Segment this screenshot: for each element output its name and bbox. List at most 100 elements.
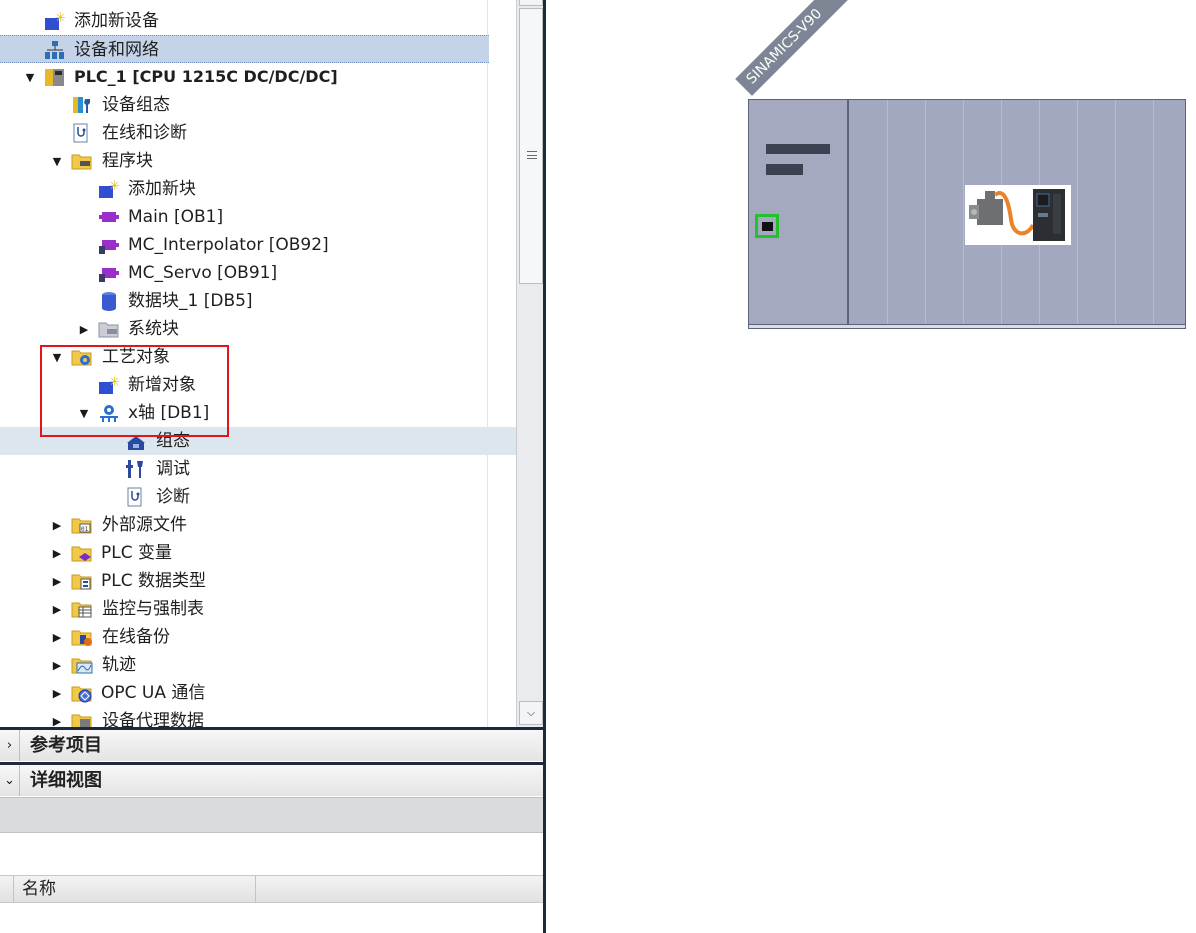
tree-item-label: 程序块 bbox=[102, 151, 153, 171]
svg-text:✳: ✳ bbox=[55, 11, 66, 26]
slot-divider bbox=[1077, 100, 1078, 325]
servo-drive-motor-image bbox=[965, 185, 1071, 245]
collapse-arrow-icon[interactable]: ⌄ bbox=[0, 765, 20, 796]
project-tree: ✳ 添加新设备 设备和网络 ▼ PLC_1 [CPU 1215C DC/DC/D… bbox=[0, 0, 516, 727]
slot-divider bbox=[1115, 100, 1116, 325]
ob-block-icon bbox=[98, 263, 120, 283]
expand-arrow-icon[interactable]: ▶ bbox=[49, 679, 65, 707]
online-diagnostics-icon bbox=[71, 123, 93, 143]
tree-item-opc-ua[interactable]: ▶ OPC UA 通信 bbox=[0, 679, 516, 707]
tree-item-label: 轨迹 bbox=[102, 655, 136, 675]
expand-arrow-icon[interactable]: ▶ bbox=[49, 623, 65, 651]
tree-item-label: 设备组态 bbox=[102, 95, 170, 115]
slot-divider bbox=[887, 100, 888, 325]
tree-item-label: 设备和网络 bbox=[74, 40, 159, 60]
expand-arrow-icon[interactable]: ▶ bbox=[49, 595, 65, 623]
tree-item-configuration[interactable]: 组态 bbox=[0, 427, 516, 455]
axis-object-icon bbox=[98, 403, 120, 423]
tree-item-system-blocks[interactable]: ▶ 系统块 bbox=[0, 315, 516, 343]
expand-arrow-icon[interactable]: ▶ bbox=[49, 539, 65, 567]
tree-item-label: 添加新块 bbox=[128, 179, 196, 199]
ethernet-port-icon bbox=[761, 221, 773, 231]
tree-item-watch-force-tables[interactable]: ▶ 监控与强制表 bbox=[0, 595, 516, 623]
tree-item-label: 数据块_1 [DB5] bbox=[128, 291, 253, 311]
tree-item-x-axis[interactable]: ▼ x轴 [DB1] bbox=[0, 399, 516, 427]
tree-item-label: 新增对象 bbox=[128, 375, 196, 395]
commissioning-icon bbox=[125, 459, 147, 479]
tree-item-devices-networks[interactable]: 设备和网络 bbox=[0, 35, 489, 63]
tree-item-label: Main [OB1] bbox=[128, 207, 224, 227]
data-block-icon bbox=[98, 291, 120, 311]
reference-projects-section[interactable]: › 参考项目 bbox=[0, 727, 544, 761]
scroll-down-button[interactable]: ⌵ bbox=[519, 701, 543, 725]
expand-arrow-icon[interactable]: ▶ bbox=[49, 567, 65, 595]
folder-online-backups-icon bbox=[71, 627, 93, 647]
collapse-arrow-icon[interactable]: ▼ bbox=[76, 399, 92, 427]
tree-item-technology-objects[interactable]: ▼ 工艺对象 bbox=[0, 343, 516, 371]
collapse-arrow-icon[interactable]: ▼ bbox=[49, 343, 65, 371]
devices-networks-icon bbox=[44, 40, 66, 60]
tree-item-label: 设备代理数据 bbox=[102, 711, 204, 727]
details-view-section[interactable]: ⌄ 详细视图 bbox=[0, 762, 544, 796]
profinet-port[interactable] bbox=[755, 214, 779, 238]
tree-item-traces[interactable]: ▶ 轨迹 bbox=[0, 651, 516, 679]
sinamics-v90-device[interactable] bbox=[748, 99, 1186, 329]
column-header-name[interactable]: 名称 bbox=[14, 876, 256, 903]
expand-arrow-icon[interactable]: › bbox=[0, 730, 20, 761]
svg-text:✳: ✳ bbox=[109, 179, 120, 194]
tree-item-device-proxy-data[interactable]: ▶ 设备代理数据 bbox=[0, 707, 516, 727]
tree-item-label: OPC UA 通信 bbox=[101, 683, 206, 703]
tree-item-plc-data-types[interactable]: ▶ PLC 数据类型 bbox=[0, 567, 516, 595]
tree-item-add-object[interactable]: ✳ 新增对象 bbox=[0, 371, 516, 399]
plc-icon bbox=[44, 67, 66, 87]
column-header-icon[interactable] bbox=[0, 876, 14, 903]
tree-item-add-device[interactable]: ✳ 添加新设备 bbox=[0, 7, 516, 35]
tree-item-data-block-1[interactable]: 数据块_1 [DB5] bbox=[0, 287, 516, 315]
expand-arrow-icon[interactable]: ▶ bbox=[49, 651, 65, 679]
ob-block-icon bbox=[98, 235, 120, 255]
tree-item-label: 诊断 bbox=[156, 487, 190, 507]
scroll-up-button[interactable] bbox=[519, 0, 543, 6]
tree-item-external-sources[interactable]: ▶ 01 外部源文件 bbox=[0, 511, 516, 539]
add-device-icon: ✳ bbox=[44, 11, 66, 31]
details-table-header: 名称 bbox=[0, 875, 544, 903]
diagnostics-icon bbox=[125, 487, 147, 507]
tree-item-program-blocks[interactable]: ▼ 程序块 bbox=[0, 147, 516, 175]
status-bar bbox=[766, 144, 830, 154]
tree-item-label: MC_Interpolator [OB92] bbox=[128, 235, 329, 255]
configuration-icon bbox=[125, 431, 147, 451]
tree-item-online-diagnostics[interactable]: 在线和诊断 bbox=[0, 119, 516, 147]
expand-arrow-icon[interactable]: ▶ bbox=[49, 707, 65, 728]
collapse-arrow-icon[interactable]: ▼ bbox=[22, 63, 38, 91]
tree-item-commissioning[interactable]: 调试 bbox=[0, 455, 516, 483]
details-toolbar bbox=[0, 797, 544, 833]
tree-item-plc[interactable]: ▼ PLC_1 [CPU 1215C DC/DC/DC] bbox=[0, 63, 516, 91]
expand-arrow-icon[interactable]: ▶ bbox=[76, 315, 92, 343]
folder-device-proxy-icon bbox=[71, 711, 93, 727]
tree-item-mc-servo[interactable]: MC_Servo [OB91] bbox=[0, 259, 516, 287]
expand-arrow-icon[interactable]: ▶ bbox=[49, 511, 65, 539]
device-config-icon bbox=[71, 95, 93, 115]
section-title: 详细视图 bbox=[30, 770, 102, 791]
tree-item-device-configuration[interactable]: 设备组态 bbox=[0, 91, 516, 119]
tree-item-main-ob1[interactable]: Main [OB1] bbox=[0, 203, 516, 231]
device-rail bbox=[749, 324, 1185, 328]
tree-item-label: 在线备份 bbox=[102, 627, 170, 647]
tree-item-online-backups[interactable]: ▶ 在线备份 bbox=[0, 623, 516, 651]
tree-item-label: 监控与强制表 bbox=[102, 599, 204, 619]
tree-item-mc-interpolator[interactable]: MC_Interpolator [OB92] bbox=[0, 231, 516, 259]
folder-watch-force-tables-icon bbox=[71, 599, 93, 619]
scrollbar-grip-icon bbox=[527, 151, 537, 159]
chevron-down-icon: ⌵ bbox=[526, 706, 536, 719]
tree-item-label: PLC_1 [CPU 1215C DC/DC/DC] bbox=[74, 67, 338, 86]
scrollbar-thumb[interactable] bbox=[519, 8, 543, 284]
tree-item-label: PLC 数据类型 bbox=[101, 571, 206, 591]
tree-item-add-block[interactable]: ✳ 添加新块 bbox=[0, 175, 516, 203]
tree-item-label: 调试 bbox=[156, 459, 190, 479]
collapse-arrow-icon[interactable]: ▼ bbox=[49, 147, 65, 175]
folder-opc-ua-icon bbox=[71, 683, 93, 703]
tree-item-plc-tags[interactable]: ▶ PLC 变量 bbox=[0, 539, 516, 567]
tree-item-label: 系统块 bbox=[128, 319, 179, 339]
tree-item-diagnostics[interactable]: 诊断 bbox=[0, 483, 516, 511]
tree-vertical-scrollbar[interactable]: ⌵ bbox=[516, 0, 544, 727]
